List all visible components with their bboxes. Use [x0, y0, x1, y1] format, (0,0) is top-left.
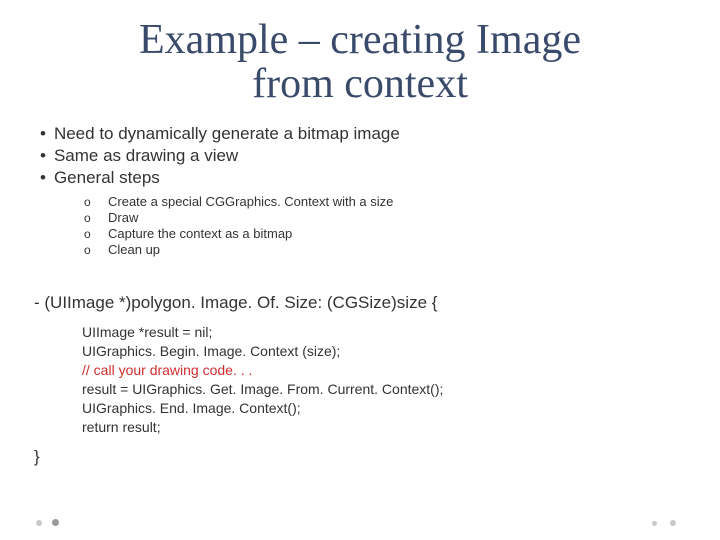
bullet-3: General steps	[40, 168, 686, 188]
close-brace: }	[34, 447, 686, 467]
bullet-2: Same as drawing a view	[40, 146, 686, 166]
code-block: UIImage *result = nil; UIGraphics. Begin…	[82, 323, 686, 436]
bullet-1: Need to dynamically generate a bitmap im…	[40, 124, 686, 144]
dot-icon	[36, 520, 42, 526]
code-line-5: UIGraphics. End. Image. Context();	[82, 399, 686, 418]
step-1: Create a special CGGraphics. Context wit…	[84, 194, 686, 209]
code-line-4: result = UIGraphics. Get. Image. From. C…	[82, 380, 686, 399]
step-2: Draw	[84, 210, 686, 225]
code-line-3: // call your drawing code. . .	[82, 361, 686, 380]
dot-icon	[670, 520, 676, 526]
slide-title: Example – creating Image from context	[34, 18, 686, 106]
sub-bullets: Create a special CGGraphics. Context wit…	[84, 194, 686, 257]
slide-footer-dots	[0, 516, 720, 526]
method-signature: - (UIImage *)polygon. Image. Of. Size: (…	[34, 293, 686, 313]
dot-icon	[652, 521, 657, 526]
dot-icon	[52, 519, 59, 526]
title-line-1: Example – creating Image	[139, 17, 581, 63]
main-bullets: Need to dynamically generate a bitmap im…	[40, 124, 686, 188]
code-line-2: UIGraphics. Begin. Image. Context (size)…	[82, 342, 686, 361]
code-line-1: UIImage *result = nil;	[82, 323, 686, 342]
step-3: Capture the context as a bitmap	[84, 226, 686, 241]
step-4: Clean up	[84, 242, 686, 257]
title-line-2: from context	[252, 61, 468, 107]
code-line-6: return result;	[82, 418, 686, 437]
